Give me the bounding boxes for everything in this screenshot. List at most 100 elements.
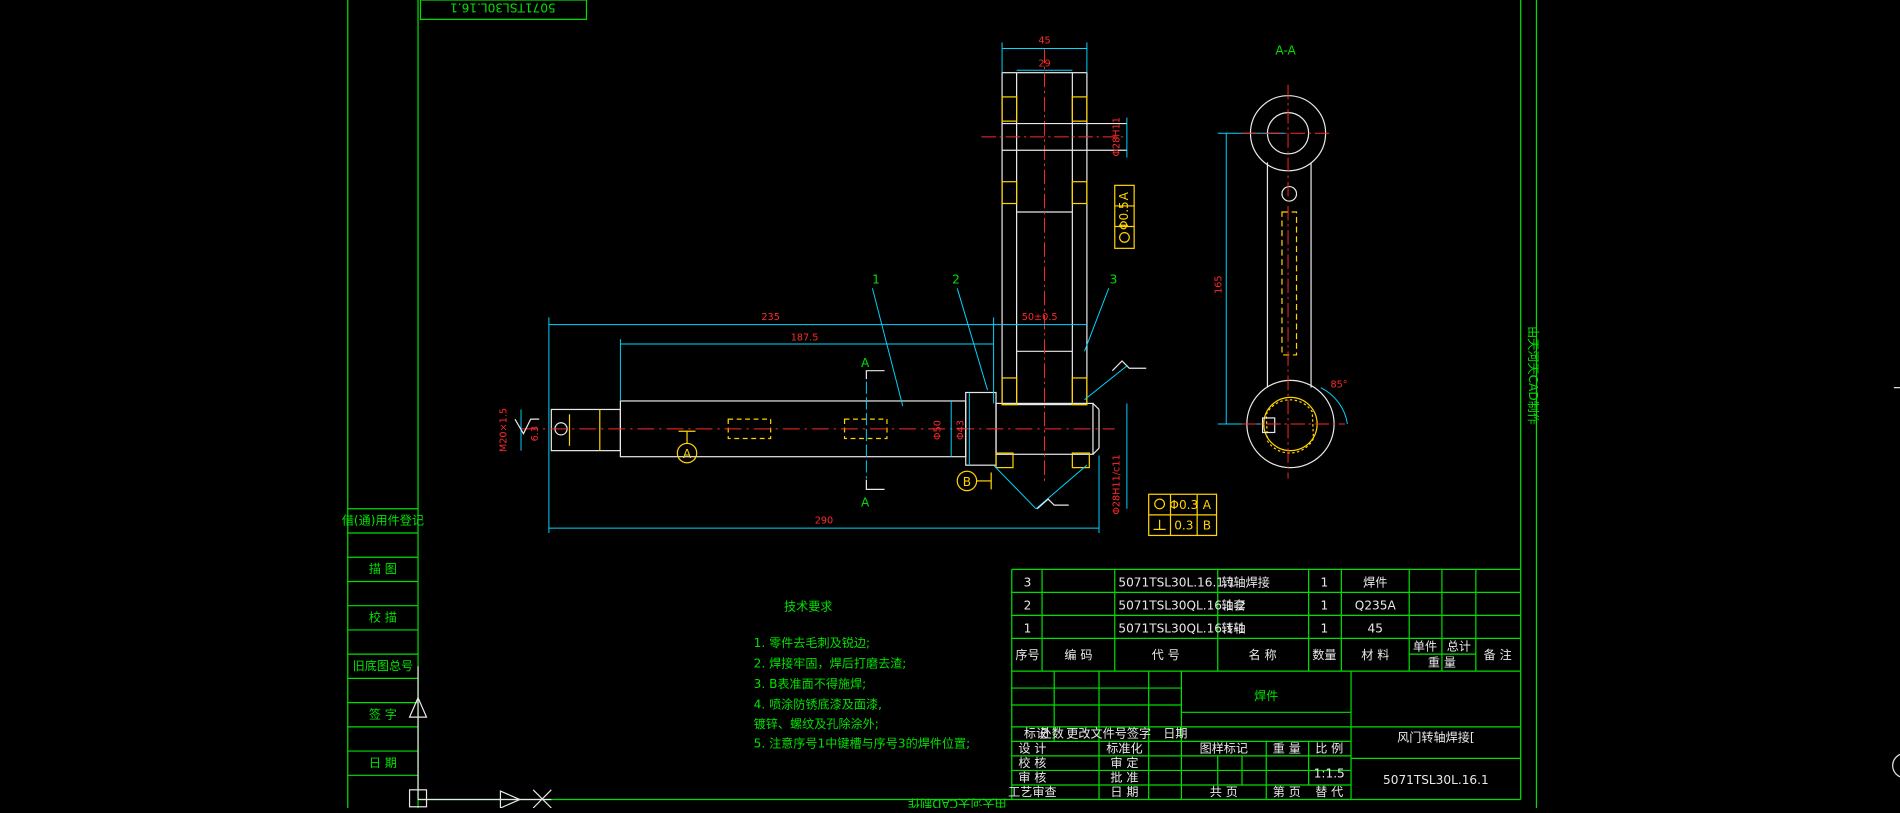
title-name: 风门转轴焊接[: [1397, 729, 1474, 744]
tech-item-0: 1. 零件去毛刺及锐边;: [754, 636, 870, 650]
bom-row1-material: Q235A: [1355, 598, 1397, 612]
bom-row2-material: 45: [1368, 621, 1383, 635]
mark-label-1: 处数: [1040, 726, 1064, 741]
dim-165: 165: [1213, 275, 1224, 293]
dimension-lines: [520, 42, 1285, 534]
title-stage-label: 图样标记: [1200, 740, 1248, 755]
datum-symbols: [676, 430, 992, 492]
bom-row1-qty: 1: [1321, 598, 1329, 612]
bom-head-drawing: 代 号: [1152, 648, 1180, 662]
cad-drawing[interactable]: 5071TSL30L.16.1 由天河天CAD制作 由天河天CAD制作 借(通)…: [0, 0, 1900, 811]
dim-angle: 85°: [1330, 380, 1347, 391]
gdt3-tolerance: 0.3: [1174, 518, 1193, 532]
ucs-icon: [408, 666, 552, 809]
arm-view: [981, 48, 1127, 485]
bom-head-name: 名 称: [1249, 647, 1277, 662]
dim-thread: M20×1.5: [498, 408, 509, 452]
side-note: 由天河天CAD制作: [1526, 326, 1540, 425]
gdt3-datum: B: [1203, 518, 1211, 532]
role-2: 审 核: [1018, 769, 1046, 784]
bom-row0-name: 转轴焊接: [1221, 574, 1269, 589]
role2-3: 日 期: [1110, 785, 1138, 799]
bom-row1-name: 轴套: [1221, 597, 1245, 612]
bom-row0-drawing: 5071TSL30L.16.1.1: [1118, 575, 1235, 589]
side-label-2: 校 描: [369, 609, 397, 624]
bom-row0-no: 3: [1024, 575, 1032, 589]
shaft-view: [521, 381, 1115, 479]
dim-29: 29: [1038, 59, 1050, 70]
bom-row0-material: 焊件: [1363, 574, 1387, 589]
bom-head-code: 编 码: [1064, 647, 1092, 662]
title-scale: 1:1.5: [1314, 767, 1345, 781]
dim-290: 290: [815, 515, 834, 526]
dim-dia43: Φ43: [955, 420, 966, 440]
bottom-note: 由天河天CAD制作: [908, 797, 1007, 808]
cad-canvas[interactable]: 5071TSL30L.16.1 由天河天CAD制作 由天河天CAD制作 借(通)…: [0, 0, 1900, 811]
role-0: 设 计: [1018, 741, 1046, 755]
bom-row2-name: 转轴: [1221, 620, 1245, 635]
dim-50: 50±0.5: [1022, 312, 1058, 323]
section-markers: [865, 370, 885, 491]
title-replace: 替 代: [1315, 785, 1343, 799]
dim-dia28: Φ28H11: [1112, 117, 1123, 157]
bom-head-weight: 重 量: [1428, 655, 1456, 669]
bom-head-single: 单件: [1413, 640, 1437, 654]
dim-45: 45: [1038, 36, 1050, 47]
drawing-frame: [347, 0, 1538, 809]
title-sheets: 共 页: [1210, 785, 1238, 799]
cursor-icon: [1892, 387, 1900, 778]
dim-dia28b: Φ28H11/c11: [1112, 454, 1123, 514]
tech-title: 技术要求: [784, 600, 832, 614]
tech-item-4: 镀锌、螺纹及孔除涂外;: [754, 716, 879, 731]
role-1: 校 核: [1018, 755, 1046, 770]
bom-head-note: 备 注: [1484, 647, 1512, 662]
tech-item-5: 5. 注意序号1中键槽与序号3的焊件位置;: [754, 735, 971, 750]
gdt1-tolerance: Φ0.5: [1117, 201, 1131, 230]
role2-1: 审 定: [1110, 755, 1138, 770]
gdt2-datum: A: [1203, 498, 1212, 512]
balloon-1: 1: [872, 272, 880, 286]
tech-item-2: 3. B表准面不得施焊;: [754, 676, 867, 691]
bom-row2-no: 1: [1024, 621, 1032, 635]
top-drawing-tag: 5071TSL30L.16.1: [450, 1, 556, 15]
roughness-symbols: [514, 360, 1147, 510]
bom-row2-qty: 1: [1321, 621, 1329, 635]
role2-2: 批 准: [1110, 769, 1138, 784]
title-sheet: 第 页: [1273, 785, 1301, 799]
datum-a: A: [683, 447, 692, 461]
mark-label-3: 签字: [1127, 726, 1151, 741]
bom-head-qty: 数量: [1312, 647, 1336, 662]
bom-row1-no: 2: [1024, 598, 1032, 612]
tech-item-3: 4. 喷涂防锈底漆及面漆,: [754, 697, 882, 712]
dim-187: 187.5: [791, 332, 819, 343]
tech-item-1: 2. 焊接牢固，焊后打磨去渣;: [754, 655, 907, 670]
side-label-0: 借(通)用件登记: [342, 513, 424, 528]
balloon-2: 2: [952, 272, 960, 286]
section-view: [1241, 84, 1348, 479]
mark-label-2: 更改文件号: [1066, 726, 1127, 741]
title-scale-label: 比 例: [1315, 741, 1343, 755]
side-label-5: 日 期: [369, 756, 397, 770]
gdt1-datum: A: [1117, 191, 1131, 200]
section-label: A-A: [1275, 44, 1296, 58]
datum-b: B: [963, 475, 971, 489]
roughness-value: 6.3: [530, 426, 541, 441]
role2-0: 标准化: [1106, 741, 1142, 755]
dim-235: 235: [761, 312, 780, 323]
side-label-3: 旧底图总号: [353, 658, 414, 673]
side-label-4: 签 字: [369, 706, 397, 721]
bom-row0-qty: 1: [1321, 575, 1329, 589]
bom-head-total: 总计: [1447, 640, 1471, 654]
dim-dia50: Φ50: [932, 420, 943, 440]
title-weight-label: 重 量: [1273, 741, 1301, 755]
title-drawing-no: 5071TSL30L.16.1: [1383, 773, 1489, 787]
title-material: 焊件: [1254, 688, 1278, 703]
gdt2-tolerance: Φ0.3: [1169, 498, 1198, 512]
side-label-1: 描 图: [369, 562, 397, 576]
bom-head-no: 序号: [1015, 647, 1039, 662]
section-mark-bottom: A: [861, 495, 870, 509]
side-block: [347, 508, 419, 776]
mark-label-4: 日期: [1163, 727, 1187, 741]
balloon-3: 3: [1110, 272, 1118, 286]
section-mark-top: A: [861, 356, 870, 370]
